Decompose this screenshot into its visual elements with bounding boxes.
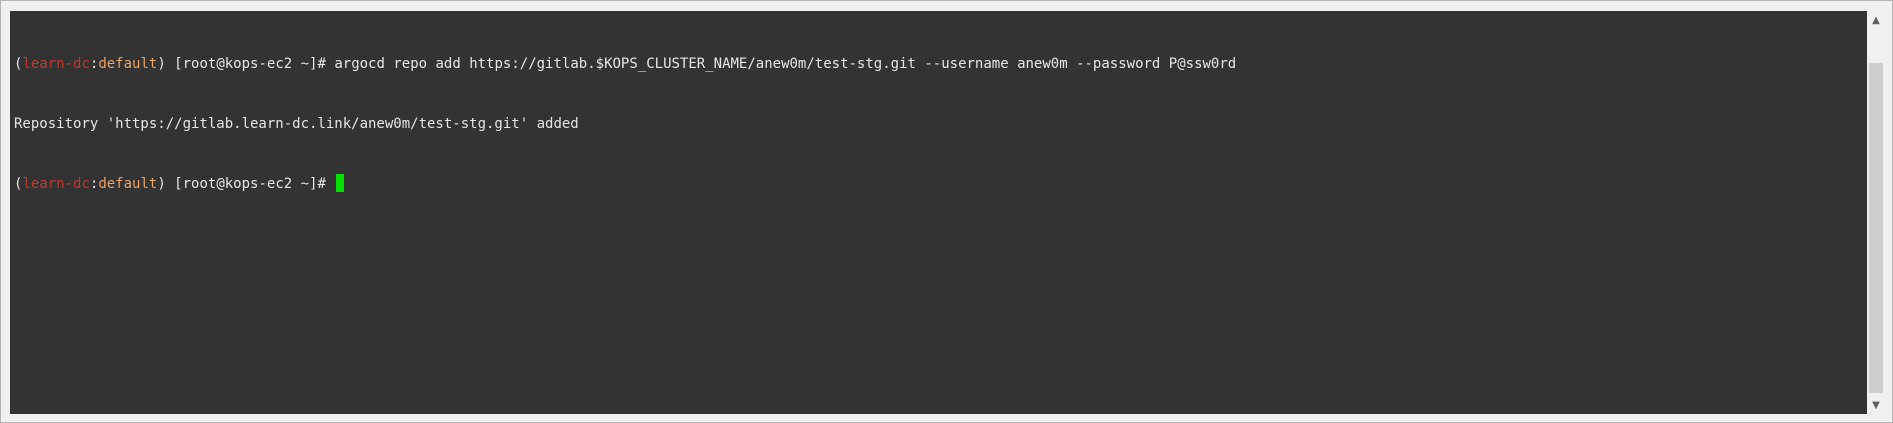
scroll-up-icon[interactable]: ▲ <box>1867 11 1885 29</box>
terminal-window: (learn-dc:default) [root@kops-ec2 ~]# ar… <box>0 0 1893 423</box>
vertical-scrollbar[interactable]: ▲ ▼ <box>1867 11 1885 414</box>
kube-namespace: default <box>98 56 158 72</box>
prompt-line-2: (learn-dc:default) [root@kops-ec2 ~]# <box>14 174 1863 194</box>
prompt-user-host: ) [root@kops-ec2 ~]# <box>157 176 335 192</box>
kube-namespace: default <box>98 176 158 192</box>
text-cursor <box>336 174 345 192</box>
scrollbar-thumb[interactable] <box>1869 63 1883 393</box>
terminal-output[interactable]: (learn-dc:default) [root@kops-ec2 ~]# ar… <box>10 11 1867 414</box>
prompt-user-host: ) [root@kops-ec2 ~]# <box>157 56 335 72</box>
scroll-down-icon[interactable]: ▼ <box>1867 396 1885 414</box>
command-text: argocd repo add https://gitlab.$KOPS_CLU… <box>334 56 1237 72</box>
kube-context: learn-dc <box>22 176 90 192</box>
output-line: Repository 'https://gitlab.learn-dc.link… <box>14 114 1863 134</box>
kube-context: learn-dc <box>22 56 90 72</box>
prompt-line-1: (learn-dc:default) [root@kops-ec2 ~]# ar… <box>14 54 1863 74</box>
command-output: Repository 'https://gitlab.learn-dc.link… <box>14 116 579 132</box>
